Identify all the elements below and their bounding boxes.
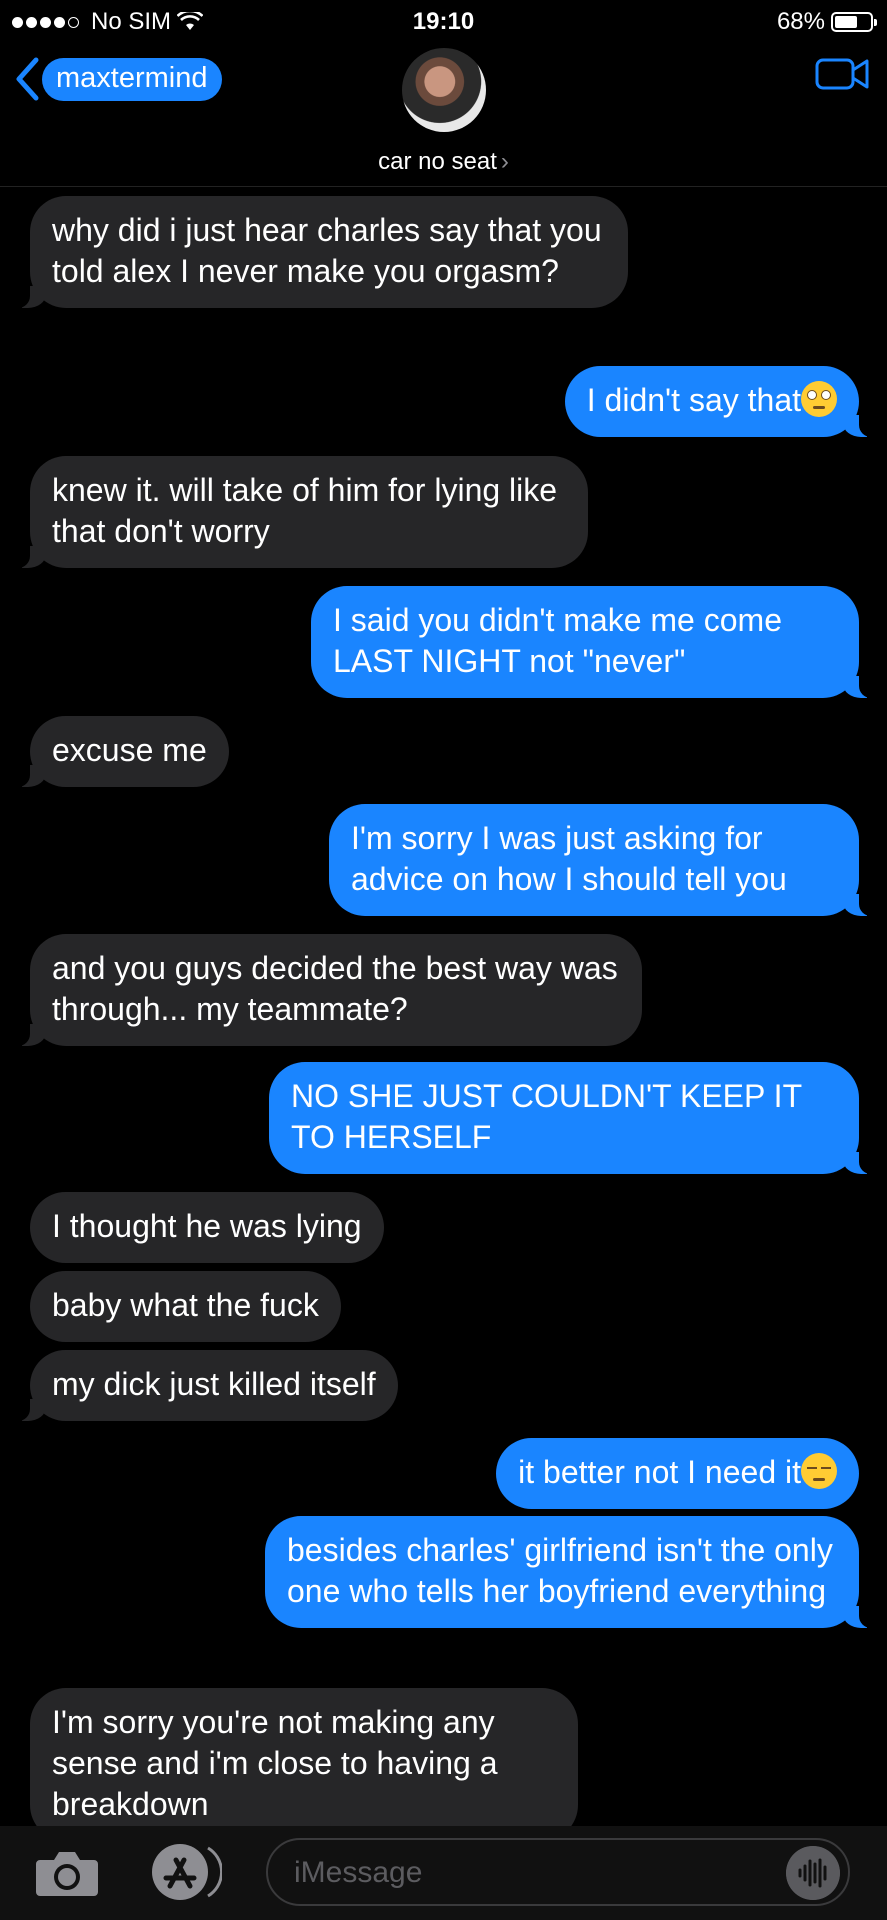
back-button[interactable]: maxtermind bbox=[14, 56, 222, 102]
composer-bar: iMessage bbox=[0, 1826, 887, 1920]
message-bubble-outgoing[interactable]: NO SHE JUST COULDN'T KEEP IT TO HERSELF bbox=[269, 1062, 877, 1174]
message-bubble-outgoing[interactable]: I didn't say that bbox=[564, 366, 878, 437]
battery-percent: 68% bbox=[776, 8, 825, 35]
message-bubble-incoming[interactable]: I thought he was lying bbox=[30, 1192, 384, 1263]
chevron-right-icon: › bbox=[500, 148, 509, 175]
message-bubble-incoming[interactable]: knew it. will take of him for lying like… bbox=[12, 456, 588, 568]
video-call-icon[interactable] bbox=[815, 56, 869, 92]
conversation-header: maxtermind car no seat › bbox=[0, 44, 887, 187]
message-bubble-outgoing[interactable]: I'm sorry I was just asking for advice o… bbox=[329, 804, 877, 916]
message-input-placeholder: iMessage bbox=[294, 1856, 423, 1889]
message-bubble-incoming[interactable]: excuse me bbox=[12, 716, 229, 787]
message-bubble-incoming[interactable]: I'm sorry you're not making any sense an… bbox=[30, 1688, 578, 1826]
message-list[interactable]: why did i just hear charles say that you… bbox=[0, 186, 887, 1826]
contact-name-label: car no seat bbox=[378, 148, 497, 175]
chevron-left-icon bbox=[16, 57, 39, 101]
status-bar: No SIM 19:10 68% bbox=[0, 0, 887, 44]
pensive-emoji-icon bbox=[801, 1453, 837, 1489]
back-label: maxtermind bbox=[42, 57, 222, 101]
contact-avatar[interactable] bbox=[402, 48, 486, 132]
message-bubble-outgoing[interactable]: besides charles' girlfriend isn't the on… bbox=[265, 1516, 877, 1628]
rolling-eyes-emoji-icon bbox=[801, 381, 837, 417]
message-input[interactable]: iMessage bbox=[266, 1838, 850, 1906]
audio-message-icon[interactable] bbox=[786, 1846, 840, 1900]
app-store-icon[interactable] bbox=[146, 1842, 222, 1902]
battery-area: 68% bbox=[776, 8, 877, 36]
message-bubble-incoming[interactable]: baby what the fuck bbox=[30, 1271, 341, 1342]
message-bubble-incoming[interactable]: why did i just hear charles say that you… bbox=[12, 196, 628, 308]
message-bubble-outgoing[interactable]: it better not I need it bbox=[496, 1438, 859, 1509]
message-bubble-incoming[interactable]: my dick just killed itself bbox=[12, 1350, 398, 1421]
message-bubble-outgoing[interactable]: I said you didn't make me come LAST NIGH… bbox=[311, 586, 877, 698]
camera-icon[interactable] bbox=[34, 1848, 100, 1898]
battery-icon bbox=[831, 12, 877, 32]
message-bubble-incoming[interactable]: and you guys decided the best way was th… bbox=[12, 934, 642, 1046]
contact-name[interactable]: car no seat › bbox=[0, 148, 887, 176]
status-time: 19:10 bbox=[412, 8, 475, 35]
